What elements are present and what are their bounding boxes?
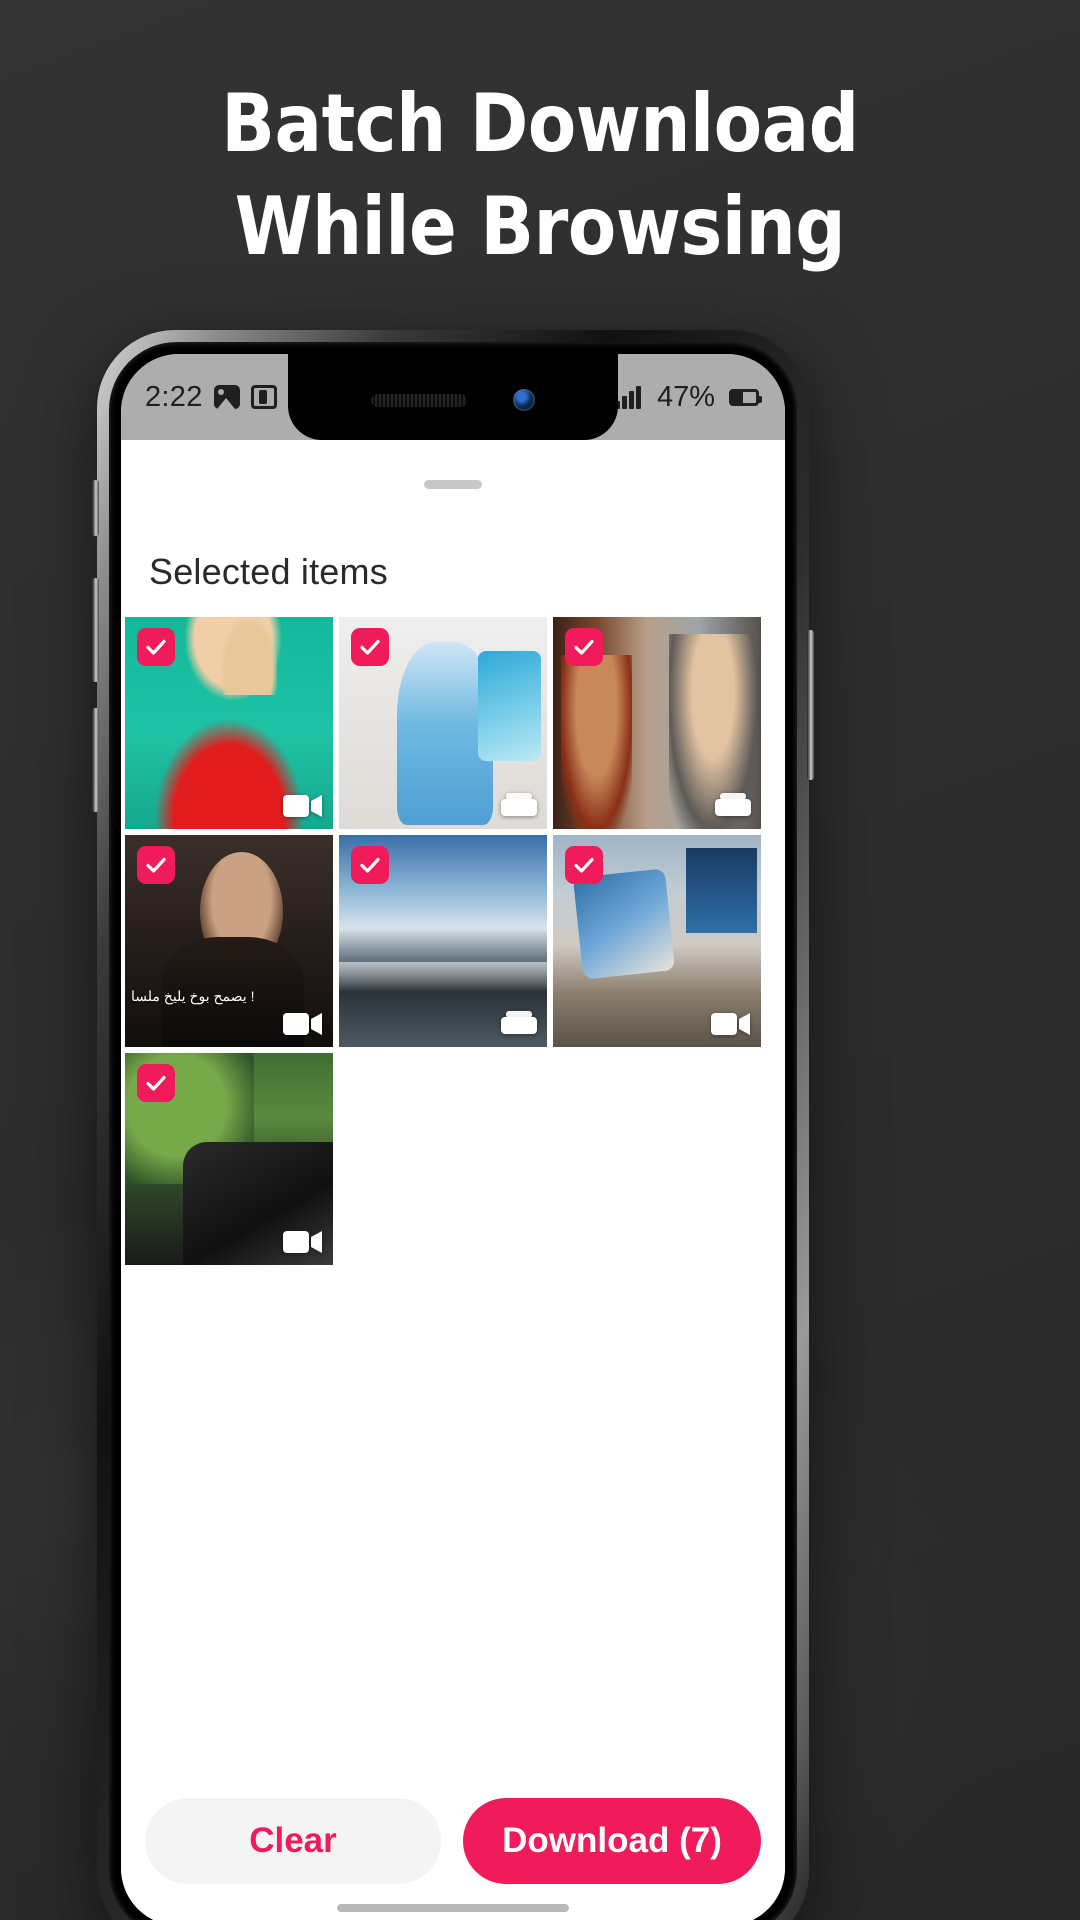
selection-checkbox[interactable] [137, 628, 175, 666]
phone-mockup: 2:22 47% Selected items ! یصمح بوخ یلیخ … [92, 330, 814, 1920]
home-indicator[interactable] [337, 1904, 569, 1912]
status-bar-left: 2:22 [145, 381, 277, 414]
selection-checkbox[interactable] [351, 628, 389, 666]
gallery-icon [715, 791, 751, 819]
video-camera-icon [283, 793, 323, 819]
phone-screen: 2:22 47% Selected items ! یصمح بوخ یلیخ … [121, 354, 785, 1920]
headline-line-2: While Browsing [234, 180, 846, 273]
sheet-title: Selected items [149, 551, 388, 592]
selection-checkbox[interactable] [565, 628, 603, 666]
selection-checkbox[interactable] [137, 1064, 175, 1102]
selection-checkbox[interactable] [137, 846, 175, 884]
clock: 2:22 [145, 380, 203, 413]
grid-item[interactable] [125, 617, 333, 829]
volume-up-button[interactable] [92, 578, 99, 682]
grid-item[interactable]: ! یصمح بوخ یلیخ ملسا [125, 835, 333, 1047]
earpiece-speaker-icon [371, 393, 467, 407]
gallery-icon [501, 791, 537, 819]
sheet-drag-handle[interactable] [424, 480, 482, 489]
promo-screenshot: Batch Download While Browsing 2:22 47% S… [0, 0, 1080, 1920]
thumbnail-caption: ! یصمح بوخ یلیخ ملسا [131, 988, 255, 1004]
selection-checkbox[interactable] [565, 846, 603, 884]
video-camera-icon [711, 1011, 751, 1037]
action-bar: Clear Download (7) [121, 1798, 785, 1904]
signal-bars-icon-sim2 [614, 385, 641, 409]
video-camera-icon [283, 1229, 323, 1255]
notch [288, 354, 618, 440]
photo-icon [213, 385, 240, 409]
screenshot-icon [250, 385, 277, 409]
selection-checkbox[interactable] [351, 846, 389, 884]
gallery-icon [501, 1009, 537, 1037]
front-camera-icon [513, 389, 535, 411]
silent-switch[interactable] [92, 480, 99, 536]
download-button[interactable]: Download (7) [463, 1798, 761, 1884]
power-button[interactable] [807, 630, 814, 780]
grid-item[interactable] [339, 835, 547, 1047]
page-title: Batch Download While Browsing [65, 72, 1015, 278]
phone-bezel: 2:22 47% Selected items ! یصمح بوخ یلیخ … [109, 342, 797, 1920]
grid-item[interactable] [553, 617, 761, 829]
selected-items-grid: ! یصمح بوخ یلیخ ملسا [121, 617, 785, 1265]
selected-items-sheet: Selected items ! یصمح بوخ یلیخ ملسا Clea… [121, 440, 785, 1920]
grid-item[interactable] [125, 1053, 333, 1265]
battery-icon [729, 388, 762, 406]
battery-percent-label: 47% [656, 380, 715, 413]
headline-line-1: Batch Download [221, 77, 859, 170]
grid-item[interactable] [339, 617, 547, 829]
clear-button[interactable]: Clear [145, 1798, 441, 1884]
volume-down-button[interactable] [92, 708, 99, 812]
grid-item[interactable] [553, 835, 761, 1047]
video-camera-icon [283, 1011, 323, 1037]
